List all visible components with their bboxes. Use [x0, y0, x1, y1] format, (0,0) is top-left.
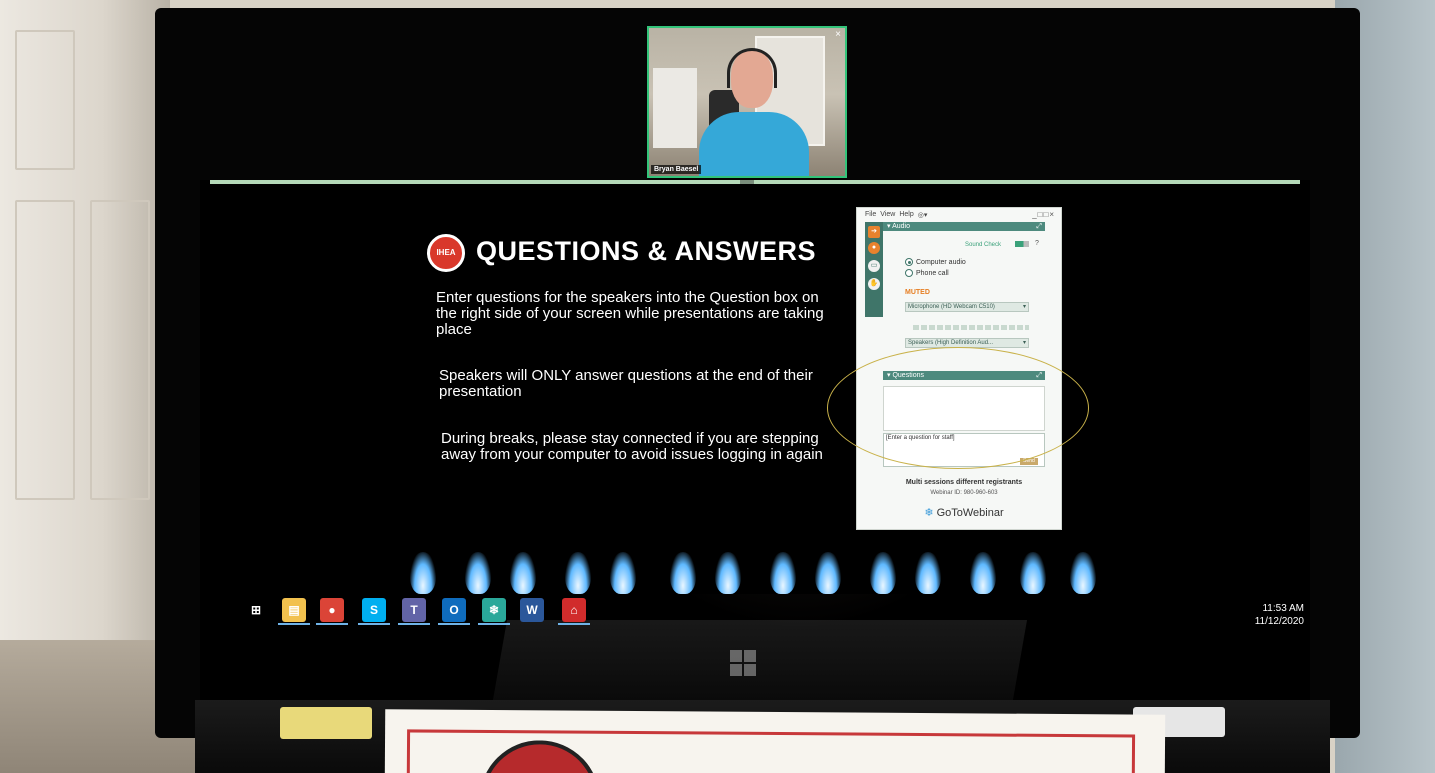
- webinar-id: Webinar ID: 980-960-603: [930, 490, 998, 496]
- close-video-icon[interactable]: ×: [835, 29, 841, 40]
- highlight-ellipse: [827, 347, 1089, 469]
- flame-graphic: [770, 552, 796, 594]
- radio-label: Phone call: [916, 269, 949, 277]
- file-explorer-icon[interactable]: ▤: [282, 598, 306, 622]
- flame-graphic: [715, 552, 741, 594]
- taskbar-clock[interactable]: 11:53 AM 11/12/2020: [1255, 602, 1304, 628]
- taskbar-active-indicator: [278, 623, 310, 625]
- microphone-select-value: Microphone (HD Webcam C510): [908, 304, 995, 310]
- window-controls[interactable]: _□□×: [1032, 210, 1055, 219]
- globe-menu-icon[interactable]: ◎▾: [918, 211, 928, 219]
- microphone-select[interactable]: Microphone (HD Webcam C510) ▾: [905, 302, 1029, 312]
- start-icon[interactable]: ⊞: [244, 598, 268, 622]
- document-reflection: [492, 620, 1028, 700]
- radio-computer-audio[interactable]: Computer audio: [905, 258, 966, 266]
- flame-graphic: [915, 552, 941, 594]
- outlook-icon[interactable]: O: [442, 598, 466, 622]
- flame-graphic: [970, 552, 996, 594]
- microphone-icon[interactable]: ●: [868, 242, 880, 254]
- audio-section-header[interactable]: ▾ Audio ⤢: [883, 222, 1045, 231]
- gtw-menubar: File View Help ◎▾: [865, 211, 927, 219]
- gotowebinar-brand: ❄ GoToWebinar: [883, 506, 1045, 519]
- flame-graphic: [1070, 552, 1096, 594]
- help-icon[interactable]: ?: [1035, 240, 1039, 247]
- speakers-select-value: Speakers (High Definition Aud...: [908, 340, 994, 346]
- word-icon[interactable]: W: [520, 598, 544, 622]
- audio-header-label: ▾ Audio: [887, 223, 910, 230]
- skype-icon[interactable]: S: [362, 598, 386, 622]
- menu-file[interactable]: File: [865, 211, 876, 219]
- chevron-down-icon: ▾: [1022, 340, 1026, 346]
- screen-share-icon[interactable]: ▭: [868, 260, 880, 272]
- radio-label: Computer audio: [916, 258, 966, 266]
- muted-status: MUTED: [905, 289, 930, 296]
- windows-logo-reflection: [730, 650, 756, 676]
- gotowebinar-icon[interactable]: ❄: [482, 598, 506, 622]
- microphone-level-meter: [913, 325, 1029, 330]
- laptop-screen: × Bryan Baesel IHEA QUESTIONS & ANSWERS …: [200, 20, 1310, 700]
- taskbar-active-indicator: [558, 623, 590, 625]
- taskbar-active-indicator: [316, 623, 348, 625]
- taskbar-active-indicator: [478, 623, 510, 625]
- door-panel: [90, 200, 150, 500]
- hand-raise-icon[interactable]: ✋: [868, 278, 880, 290]
- slide-paragraph: During breaks, please stay connected if …: [441, 430, 823, 463]
- flame-graphic: [815, 552, 841, 594]
- presentation-slide: IHEA QUESTIONS & ANSWERS Enter questions…: [210, 184, 1300, 594]
- participant-video-tile[interactable]: × Bryan Baesel: [647, 26, 847, 178]
- taskbar-active-indicator: [438, 623, 470, 625]
- taskbar-active-indicator: [398, 623, 430, 625]
- clock-time: 11:53 AM: [1262, 603, 1304, 614]
- flame-graphic: [565, 552, 591, 594]
- chevron-down-icon: ▾: [1022, 304, 1026, 310]
- participant-body: [699, 112, 809, 176]
- acrobat-icon[interactable]: ⌂: [562, 598, 586, 622]
- video-strip: × Bryan Baesel: [200, 20, 1310, 180]
- taskbar-active-indicator: [358, 623, 390, 625]
- slide-paragraph: Enter questions for the speakers into th…: [436, 289, 824, 338]
- door-panel: [15, 200, 75, 500]
- gotowebinar-logo-icon: ❄: [924, 507, 934, 519]
- teams-icon[interactable]: T: [402, 598, 426, 622]
- flame-graphic: [870, 552, 896, 594]
- flame-graphic: [610, 552, 636, 594]
- door-panel: [15, 30, 75, 170]
- video-background-fridge: [653, 68, 697, 148]
- brand-label: GoToWebinar: [936, 507, 1004, 519]
- windows-taskbar: ⊞ ▤ ● S T O ❄ W ⌂ 11:53 AM 11/12/2020: [230, 594, 1310, 628]
- menu-help[interactable]: Help: [899, 211, 913, 219]
- slide-paragraph: Speakers will ONLY answer questions at t…: [439, 367, 813, 400]
- session-title: Multi sessions different registrants: [905, 479, 1023, 486]
- ihea-logo: IHEA: [427, 234, 465, 272]
- chrome-icon[interactable]: ●: [320, 598, 344, 622]
- laptop-hinge: [280, 707, 372, 739]
- flame-graphic: [465, 552, 491, 594]
- slide-title: QUESTIONS & ANSWERS: [476, 236, 817, 266]
- flame-graphic: [670, 552, 696, 594]
- gtw-sidebar: ➔ ● ▭ ✋: [865, 222, 883, 317]
- clock-date: 11/12/2020: [1254, 616, 1304, 627]
- popout-icon[interactable]: ⤢: [1036, 222, 1042, 231]
- participant-name-tag: Bryan Baesel: [651, 165, 702, 174]
- menu-view[interactable]: View: [880, 211, 895, 219]
- radio-phone-call[interactable]: Phone call: [905, 269, 949, 277]
- grab-tab-icon[interactable]: ➔: [868, 226, 880, 238]
- sound-check-link[interactable]: Sound Check: [965, 242, 1001, 248]
- sound-level-icon: [1015, 241, 1029, 247]
- radio-dot-icon: [905, 258, 913, 266]
- flame-graphic: [510, 552, 536, 594]
- flame-graphic: [1020, 552, 1046, 594]
- flame-graphic: [410, 552, 436, 594]
- printed-paper: [384, 709, 1166, 773]
- radio-dot-icon: [905, 269, 913, 277]
